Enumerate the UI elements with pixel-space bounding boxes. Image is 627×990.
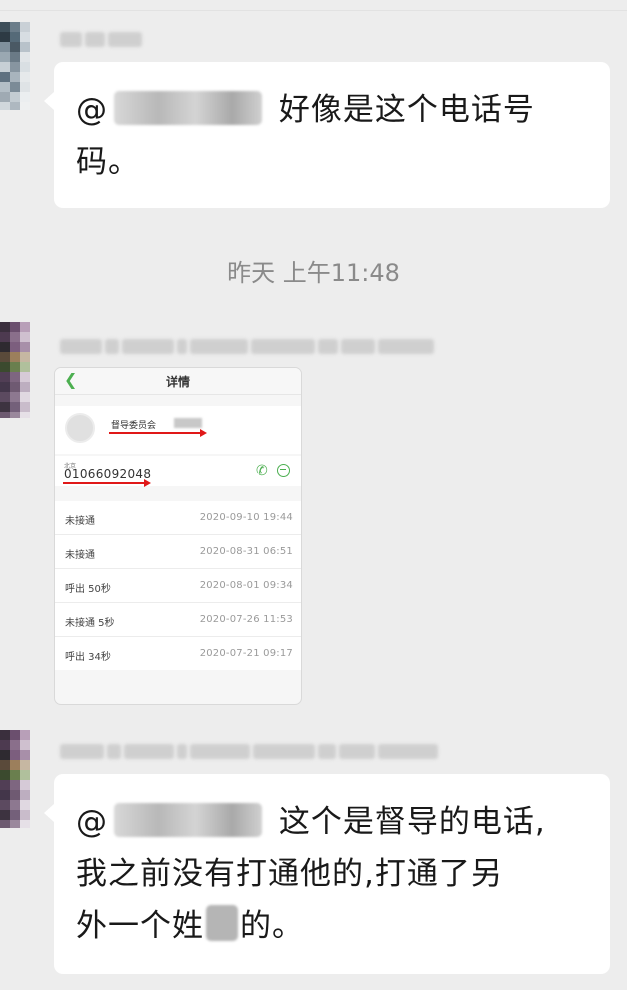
sender-name-blurred: [60, 742, 438, 760]
message-text: @ 这个是督导的电话,: [76, 796, 590, 848]
call-record-row: 未接通 5秒 2020-07-26 11:53: [55, 603, 301, 637]
mention-at: @: [76, 804, 108, 840]
call-datetime: 2020-08-31 06:51: [199, 546, 293, 557]
contact-avatar-icon: [65, 413, 95, 443]
contact-name: 督导委员会: [111, 421, 157, 431]
call-type: 未接通 5秒: [65, 618, 115, 629]
call-datetime: 2020-09-10 19:44: [199, 512, 293, 523]
message-line-2: 我之前没有打通他的,打通了另: [76, 856, 503, 892]
mention-name-blurred: [114, 803, 262, 837]
call-datetime: 2020-07-21 09:17: [199, 648, 293, 659]
red-underline-arrow: [63, 479, 151, 487]
call-type: 呼出 34秒: [65, 652, 111, 663]
call-record-row: 未接通 2020-08-31 06:51: [55, 535, 301, 569]
call-record-row: 未接通 2020-09-10 19:44: [55, 501, 301, 535]
message-bubble[interactable]: @ 好像是这个电话号 码。: [44, 62, 610, 208]
sender-name-blurred: [60, 30, 142, 48]
message-bubble[interactable]: @ 这个是督导的电话, 我之前没有打通他的,打通了另 外一个姓 的。: [44, 774, 610, 974]
message-icon: [277, 464, 290, 477]
message-line-3-start: 外一个姓: [76, 908, 204, 944]
call-datetime: 2020-08-01 09:34: [199, 580, 293, 591]
call-datetime: 2020-07-26 11:53: [199, 614, 293, 625]
sender-avatar[interactable]: [0, 22, 30, 110]
sender-avatar[interactable]: [0, 322, 30, 418]
contact-name-blurred: [174, 418, 202, 428]
mention-at: @: [76, 92, 108, 128]
phone-icon: ✆: [256, 463, 268, 479]
message-line-3-end: 的。: [240, 908, 304, 944]
top-divider: [0, 10, 627, 11]
call-type: 未接通: [65, 516, 95, 527]
image-message-screenshot[interactable]: ❮ 详情 督导委员会 北京 01066092048 ✆ 未接通 2020-09-…: [54, 367, 302, 705]
red-underline-arrow: [109, 429, 207, 437]
mention-name-blurred: [114, 91, 262, 125]
call-record-row: 呼出 50秒 2020-08-01 09:34: [55, 569, 301, 603]
sender-avatar[interactable]: [0, 730, 30, 828]
message-line-2: 码。: [76, 144, 140, 180]
chat-timestamp: 昨天 上午11:48: [227, 259, 400, 287]
message-line-1: 这个是督导的电话,: [278, 804, 546, 840]
call-type: 未接通: [65, 550, 95, 561]
call-record-row: 呼出 34秒 2020-07-21 09:17: [55, 637, 301, 670]
surname-blurred: [206, 905, 238, 941]
phone-number: 01066092048: [64, 467, 152, 481]
sender-name-blurred: [60, 337, 434, 355]
message-line-3: 外一个姓 的。: [76, 900, 590, 952]
message-text: @ 好像是这个电话号: [76, 84, 590, 136]
screenshot-title: 详情: [165, 375, 190, 389]
call-records-list: 未接通 2020-09-10 19:44 未接通 2020-08-31 06:5…: [55, 501, 301, 670]
call-type: 呼出 50秒: [65, 584, 111, 595]
message-line-1: 好像是这个电话号: [278, 92, 535, 128]
